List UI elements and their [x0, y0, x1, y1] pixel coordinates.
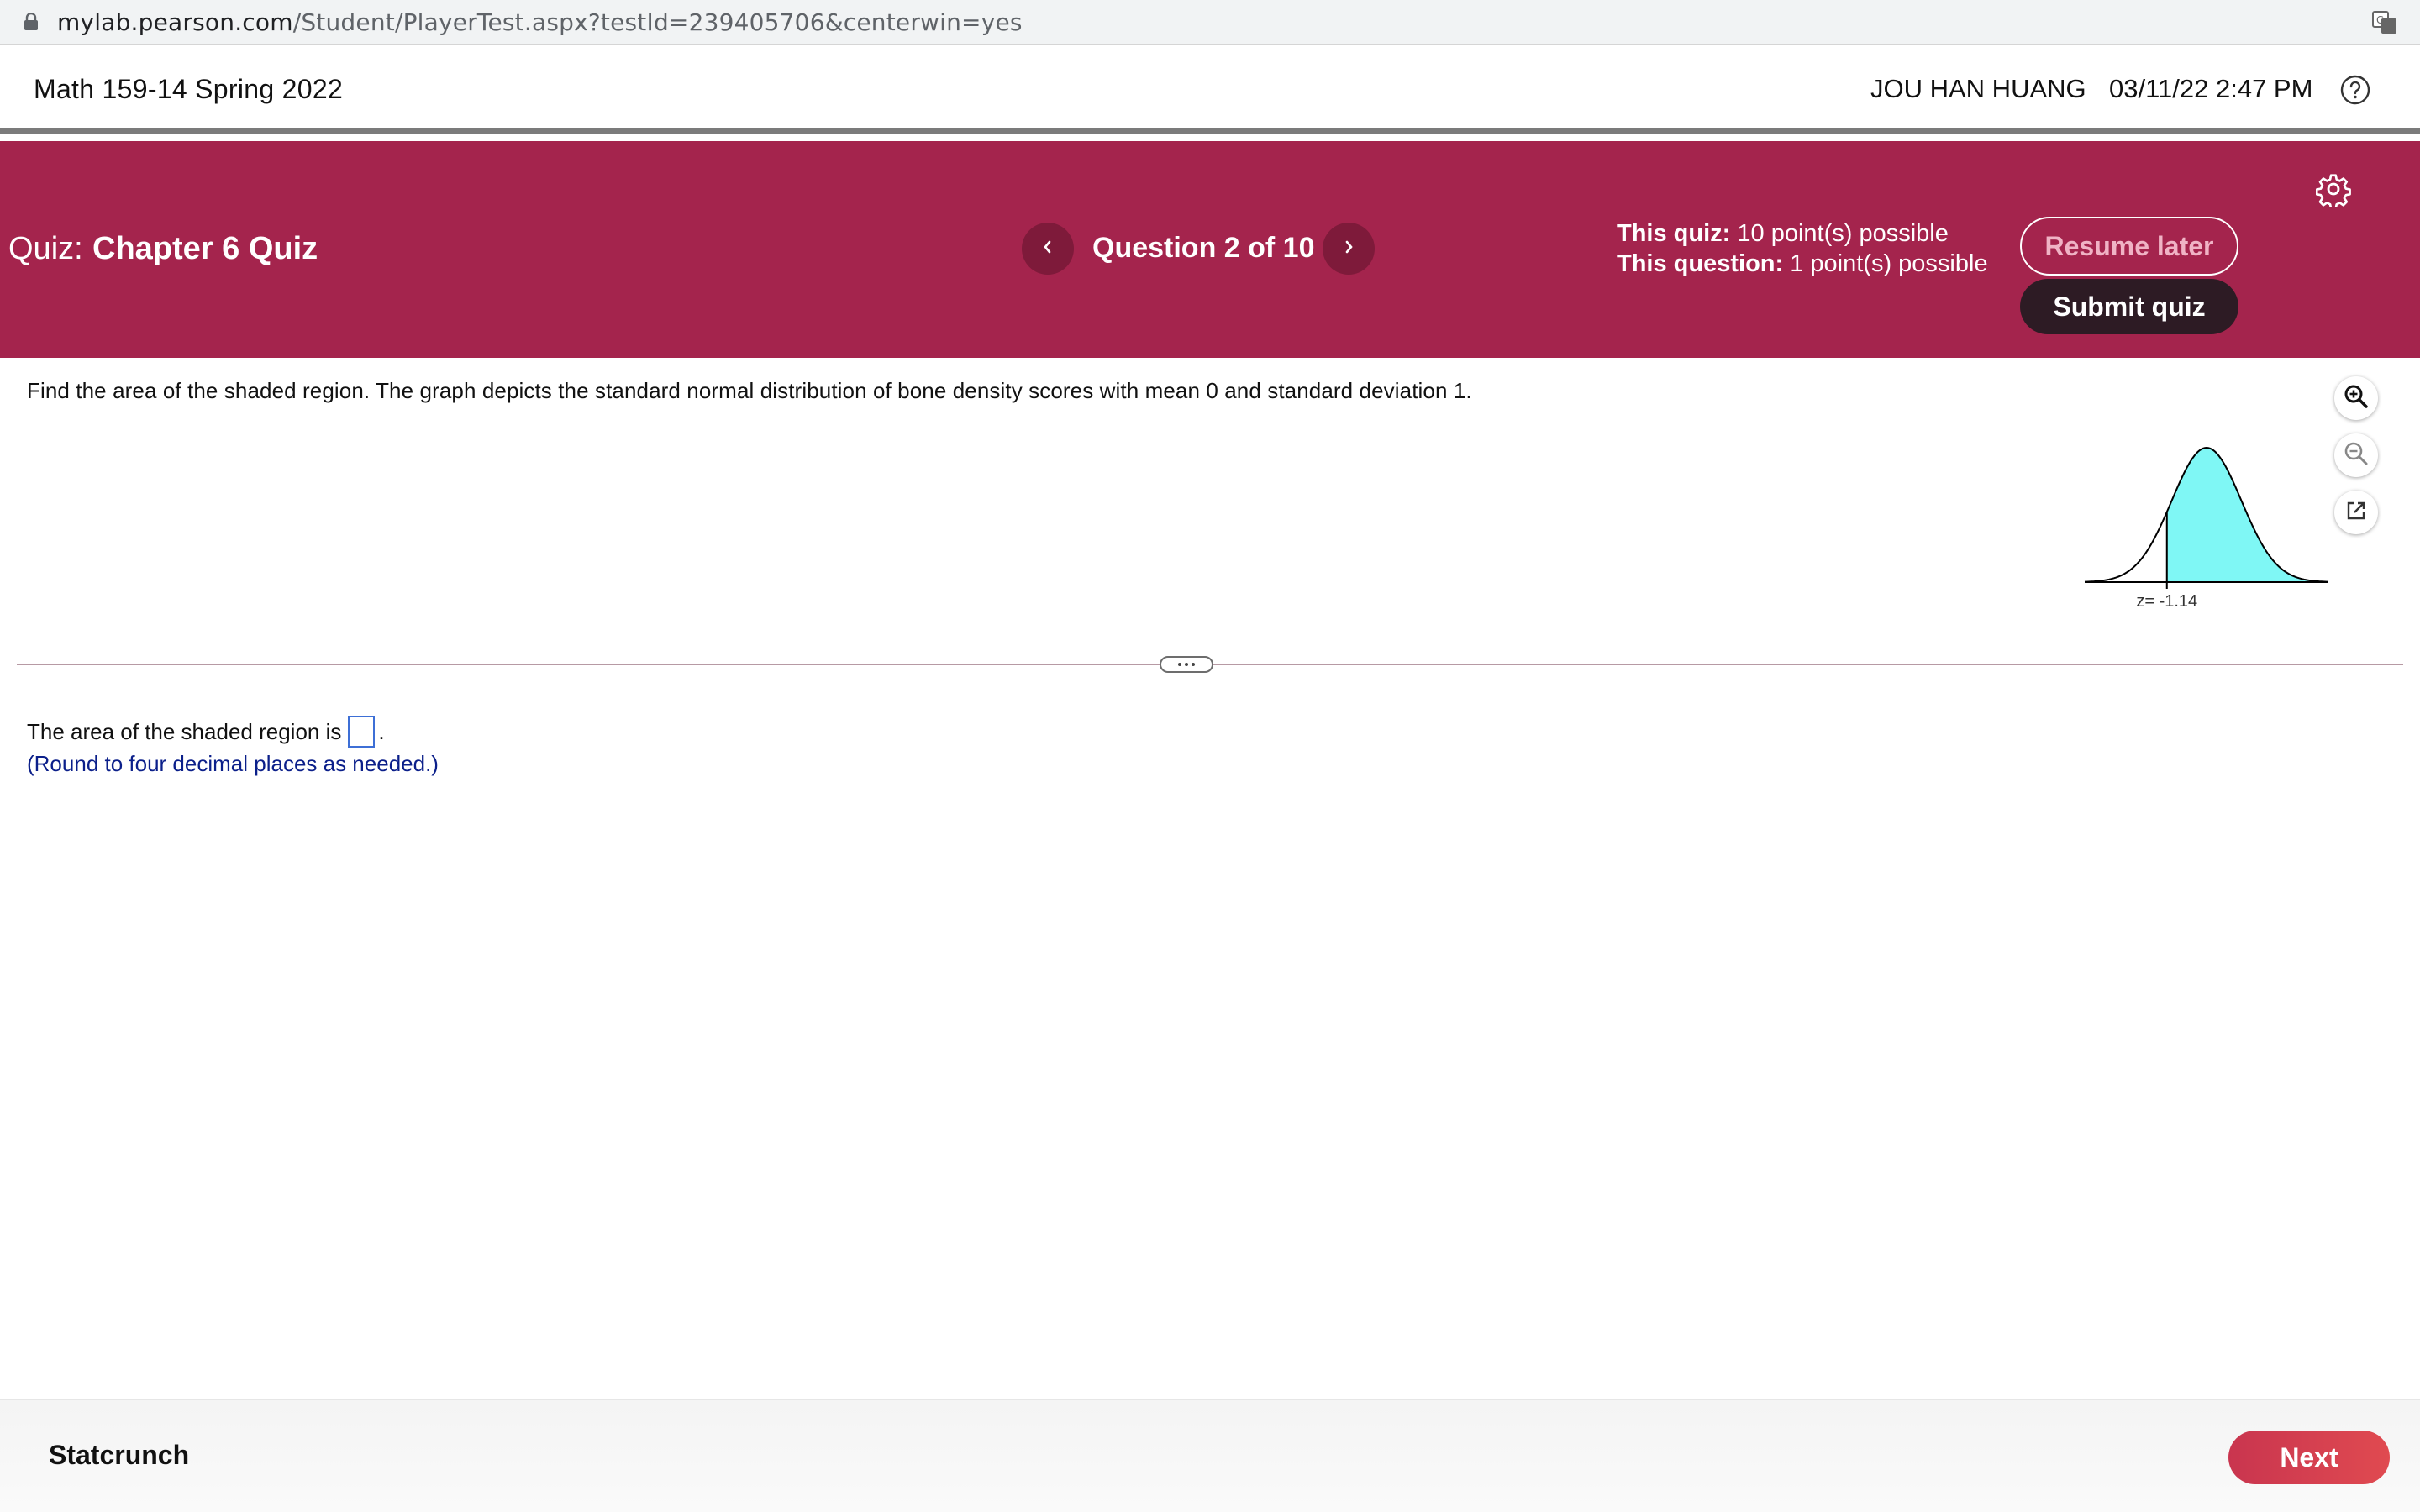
statcrunch-link[interactable]: Statcrunch [49, 1440, 189, 1471]
url-host: mylab.pearson.com [57, 8, 293, 36]
browser-url-bar[interactable]: mylab.pearson.com/Student/PlayerTest.asp… [0, 0, 2420, 45]
previous-question-button[interactable] [1022, 223, 1074, 275]
question-prompt: Find the area of the shaded region. The … [27, 378, 1472, 403]
quiz-points-label: This quiz: [1617, 220, 1731, 247]
chevron-left-icon [1041, 239, 1055, 260]
question-points-value: 1 point(s) possible [1790, 250, 1988, 277]
footer-bar: Statcrunch Next [0, 1399, 2420, 1512]
answer-line: The area of the shaded region is . [27, 716, 385, 748]
url-text[interactable]: mylab.pearson.com/Student/PlayerTest.asp… [57, 8, 1023, 36]
chevron-right-icon [1342, 239, 1355, 260]
quiz-label: Quiz: [8, 231, 83, 266]
translate-icon[interactable]: G [2371, 10, 2398, 35]
popout-button[interactable] [2334, 491, 2378, 534]
normal-curve-svg: z= -1.14 [2084, 446, 2329, 611]
quiz-toolbar: Quiz: Chapter 6 Quiz Question 2 of 10 Th… [0, 141, 2420, 358]
svg-text:G: G [2376, 14, 2384, 26]
answer-prefix: The area of the shaded region is [27, 718, 342, 744]
external-link-icon [2344, 499, 2368, 527]
question-points: This question: 1 point(s) possible [1617, 249, 1988, 279]
course-header: Math 159-14 Spring 2022 JOU HAN HUANG 03… [0, 47, 2420, 134]
zoom-out-icon [2342, 439, 2370, 472]
ellipsis-icon [1174, 657, 1199, 672]
question-counter: Question 2 of 10 [1092, 232, 1315, 264]
rounding-hint: (Round to four decimal places as needed.… [27, 751, 439, 776]
next-question-button[interactable] [1323, 223, 1375, 275]
z-label: z= -1.14 [2136, 592, 2197, 611]
quiz-points-value: 10 point(s) possible [1737, 220, 1949, 247]
points-info: This quiz: 10 point(s) possible This que… [1617, 218, 1988, 279]
lock-icon [22, 13, 40, 31]
quiz-name: Chapter 6 Quiz [92, 231, 318, 266]
submit-quiz-button[interactable]: Submit quiz [2020, 279, 2238, 334]
zoom-in-icon [2342, 382, 2370, 415]
course-title: Math 159-14 Spring 2022 [34, 74, 344, 104]
zoom-out-button[interactable] [2334, 433, 2378, 477]
resume-later-button[interactable]: Resume later [2020, 217, 2238, 276]
answer-input[interactable] [348, 716, 376, 748]
help-icon[interactable] [2339, 74, 2371, 106]
divider-handle[interactable] [1160, 656, 1213, 673]
answer-suffix: . [378, 718, 385, 744]
user-name: JOU HAN HUANG [1870, 74, 2086, 103]
gear-icon[interactable] [2315, 171, 2351, 210]
zoom-in-button[interactable] [2334, 376, 2378, 420]
question-points-label: This question: [1617, 250, 1784, 277]
normal-distribution-graph: z= -1.14 [2081, 437, 2333, 613]
quiz-points: This quiz: 10 point(s) possible [1617, 218, 1988, 249]
datetime: 03/11/22 2:47 PM [2109, 74, 2313, 103]
url-path: /Student/PlayerTest.aspx?testId=23940570… [292, 8, 1023, 36]
next-button[interactable]: Next [2228, 1431, 2390, 1484]
